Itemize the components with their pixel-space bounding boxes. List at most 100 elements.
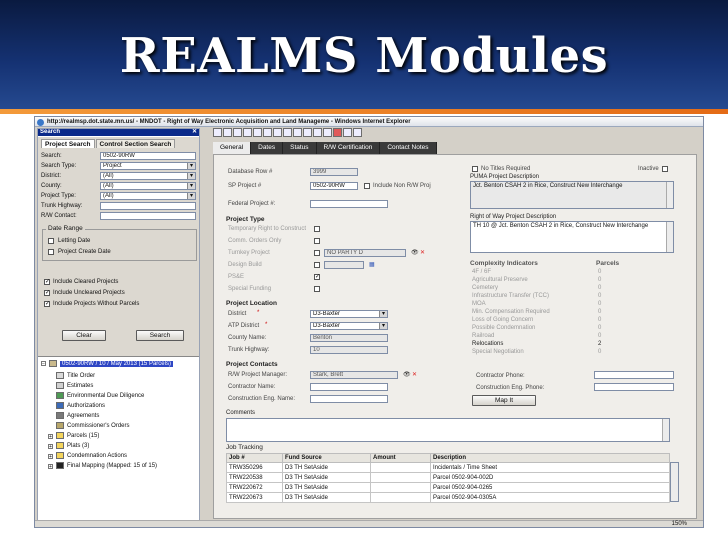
special-funding-checkbox[interactable]	[314, 286, 320, 292]
row-description-field[interactable]: TH 10 @ Jct. Benton CSAH 2 in Rice, Cons…	[470, 221, 674, 253]
notes-icon[interactable]	[343, 128, 352, 137]
close-icon[interactable]: ✕	[192, 129, 197, 136]
ie-icon	[37, 119, 44, 126]
construction-eng-field[interactable]	[310, 395, 388, 403]
complexity-count: 0	[598, 277, 602, 283]
expand-icon[interactable]: +	[48, 464, 53, 470]
table-row[interactable]: TRW220673 D3 TH SetAside Parcel 0502-904…	[226, 492, 670, 503]
save-icon[interactable]	[313, 128, 322, 137]
atp-district-label: ATP District	[228, 323, 260, 329]
tree-folder-parcels[interactable]: Parcels (15)	[56, 432, 99, 439]
project-type-select[interactable]: (All)	[100, 192, 196, 200]
comm-orders-checkbox[interactable]	[314, 238, 320, 244]
scrollbar[interactable]	[662, 419, 669, 441]
tree-item-environmental[interactable]: Environmental Due Diligence	[56, 392, 144, 399]
comments-field[interactable]	[226, 418, 670, 442]
include-without-parcels-checkbox[interactable]: ✓	[44, 301, 50, 307]
tab-control-section-search[interactable]: Control Section Search	[95, 139, 176, 148]
edit-icon[interactable]	[253, 128, 262, 137]
clear-icon[interactable]: ✕	[412, 371, 417, 378]
tab-dates[interactable]: Dates	[251, 142, 284, 154]
delete-icon[interactable]	[333, 128, 342, 137]
report-icon[interactable]	[223, 128, 232, 137]
zoom-level[interactable]: 150%	[672, 521, 687, 527]
contractor-name-field[interactable]	[310, 383, 388, 391]
tab-status[interactable]: Status	[283, 142, 317, 154]
collapse-icon[interactable]: −	[41, 361, 46, 367]
trunk-highway-input[interactable]	[100, 202, 196, 210]
complexity-name: Relocations	[472, 341, 504, 347]
table-scrollbar[interactable]	[670, 462, 679, 502]
tree-folder-condemnation[interactable]: Condemnation Actions	[56, 452, 127, 459]
complexity-name: Agricultural Preserve	[472, 277, 528, 283]
expand-icon[interactable]: +	[48, 454, 53, 460]
column-header[interactable]: Job #	[226, 453, 283, 463]
table-row[interactable]: TRW220672 D3 TH SetAside Parcel 0502-904…	[226, 482, 670, 493]
table-row[interactable]: TRW220538 D3 TH SetAside Parcel 0502-904…	[226, 472, 670, 483]
federal-project-field[interactable]	[310, 200, 388, 208]
help-icon[interactable]	[353, 128, 362, 137]
trunk-highway-label: Trunk Highway:	[41, 203, 83, 209]
tree-root[interactable]: 0502-90RW / 10 / May 2013 (15 Parcels)	[49, 360, 173, 367]
document-icon[interactable]	[273, 128, 282, 137]
search-button[interactable]: Search	[136, 330, 184, 341]
tree-folder-plats[interactable]: Plats (3)	[56, 442, 89, 449]
district-select[interactable]: D3-Baxter	[310, 310, 388, 318]
map-it-button[interactable]: Map It	[472, 395, 536, 406]
expand-icon[interactable]: +	[48, 434, 53, 440]
tree-folder-final-mapping[interactable]: Final Mapping (Mapped: 15 of 15)	[56, 462, 157, 469]
project-create-date-checkbox[interactable]	[48, 249, 54, 255]
copy-icon[interactable]	[323, 128, 332, 137]
tab-contact-notes[interactable]: Contact Notes	[380, 142, 437, 154]
tree-icon[interactable]	[293, 128, 302, 137]
tab-rw-certification[interactable]: R/W Certification	[316, 142, 381, 154]
calendar-icon[interactable]	[303, 128, 312, 137]
binoculars-icon[interactable]: 👁	[403, 371, 411, 378]
atp-district-select[interactable]: D3-Baxter	[310, 322, 388, 330]
scrollbar[interactable]	[666, 182, 673, 208]
calendar-icon[interactable]: ▦	[369, 261, 375, 268]
district-select[interactable]: (All)	[100, 172, 196, 180]
rw-contact-input[interactable]	[100, 212, 196, 220]
people-icon[interactable]	[233, 128, 242, 137]
expand-icon[interactable]: +	[48, 444, 53, 450]
table-row[interactable]: TRW350296 D3 TH SetAside Incidentals / T…	[226, 462, 670, 473]
no-titles-checkbox[interactable]	[472, 166, 478, 172]
column-header[interactable]: Fund Source	[282, 453, 371, 463]
include-cleared-checkbox[interactable]: ✓	[44, 279, 50, 285]
tab-project-search[interactable]: Project Search	[41, 139, 95, 148]
construction-eng-label: Construction Eng. Name:	[228, 396, 296, 402]
tree-item-commissioners-orders[interactable]: Commissioner's Orders	[56, 422, 130, 429]
turnkey-checkbox[interactable]	[314, 250, 320, 256]
clear-icon[interactable]: ✕	[420, 249, 425, 256]
temporary-right-checkbox[interactable]	[314, 226, 320, 232]
construction-phone-field[interactable]	[594, 383, 674, 391]
tab-general[interactable]: General	[213, 142, 252, 154]
design-build-checkbox[interactable]	[314, 262, 320, 268]
contractor-phone-field[interactable]	[594, 371, 674, 379]
tree-item-estimates[interactable]: Estimates	[56, 382, 93, 389]
clear-button[interactable]: Clear	[62, 330, 106, 341]
tree-item-title-order[interactable]: Title Order	[56, 372, 95, 379]
project-type-title: Project Type	[226, 216, 265, 223]
dollar-icon[interactable]	[243, 128, 252, 137]
letting-date-checkbox[interactable]	[48, 238, 54, 244]
county-select[interactable]: (All)	[100, 182, 196, 190]
tree-item-agreements[interactable]: Agreements	[56, 412, 99, 419]
include-non-rw-checkbox[interactable]	[364, 183, 370, 189]
search-input[interactable]: 0502-90RW	[100, 152, 196, 160]
tree-item-authorizations[interactable]: Authorizations	[56, 402, 105, 409]
column-header[interactable]: Amount	[370, 453, 431, 463]
column-header[interactable]: Description	[430, 453, 670, 463]
include-uncleared-checkbox[interactable]: ✓	[44, 290, 50, 296]
print-icon[interactable]	[213, 128, 222, 137]
search-label: Search:	[41, 153, 62, 159]
sp-project-field[interactable]: 0502-90RW	[310, 182, 358, 190]
scrollbar[interactable]	[666, 222, 673, 252]
inactive-checkbox[interactable]	[662, 166, 668, 172]
search-type-select[interactable]: Project	[100, 162, 196, 170]
map-icon[interactable]	[263, 128, 272, 137]
binoculars-icon[interactable]: 👁	[411, 249, 419, 256]
chart-icon[interactable]	[283, 128, 292, 137]
pse-checkbox[interactable]: ✓	[314, 274, 320, 280]
